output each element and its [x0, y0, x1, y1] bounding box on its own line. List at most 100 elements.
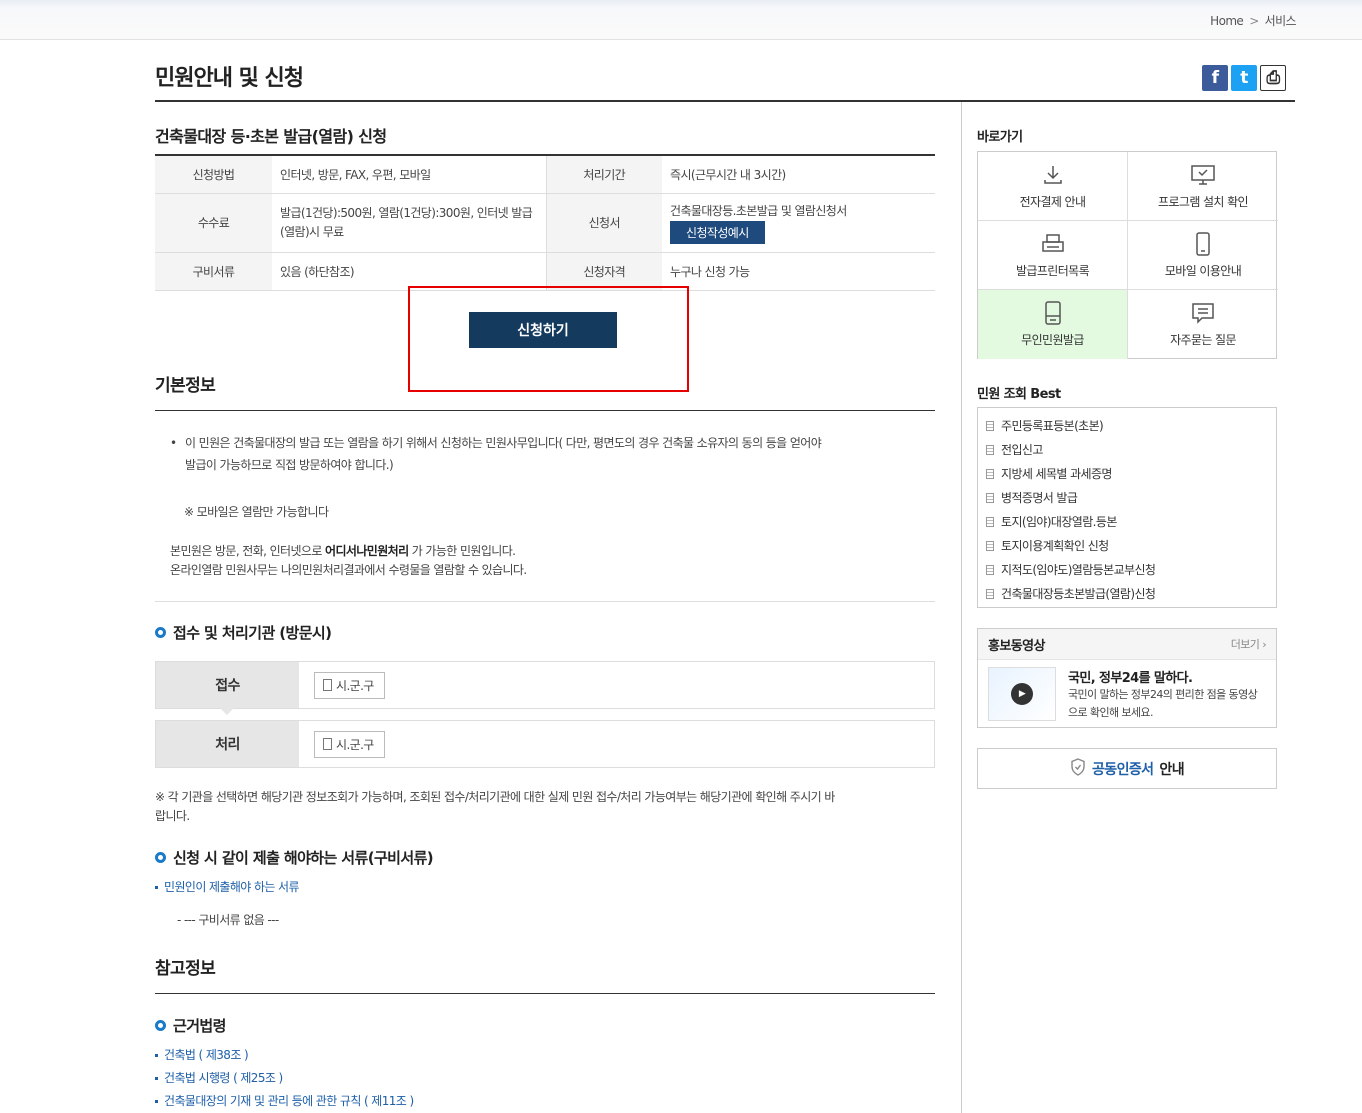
shortcut-label: 프로그램 설치 확인 — [1158, 194, 1249, 209]
required-link[interactable]: 민원인이 제출해야 하는 서류 — [164, 880, 300, 894]
list-item[interactable]: 토지(임야)대장열람.등본 — [986, 510, 1276, 534]
org-note: ※ 각 기관을 선택하면 해당기관 정보조회가 가능하며, 조회된 접수/처리기… — [155, 788, 940, 826]
required-link-wrap[interactable]: 민원인이 제출해야 하는 서류 — [155, 876, 300, 898]
document-icon — [986, 541, 994, 551]
receive-agency: 시.군.구 — [336, 678, 374, 693]
list-item-label[interactable]: 토지(임야)대장열람.등본 — [1001, 511, 1117, 533]
breadcrumb-separator: > — [1249, 14, 1259, 28]
list-item[interactable]: 병적증명서 발급 — [986, 486, 1276, 510]
basic-info-bullet: • 이 민원은 건축물대장의 발급 또는 열람을 하기 위해서 신청하는 민원사무… — [170, 432, 935, 476]
bullet-dot-icon — [155, 1100, 158, 1103]
receive-agency-button[interactable]: 시.군.구 — [314, 671, 385, 699]
qualification-label: 신청자격 — [545, 252, 662, 291]
law-item-label[interactable]: 건축물대장의 기재 및 관리 등에 관한 규칙 ( 제11조 ) — [164, 1094, 414, 1108]
print-icon[interactable]: ⎙ — [1260, 65, 1286, 91]
bullet-dot-icon — [155, 1077, 158, 1080]
breadcrumb-home[interactable]: Home — [1210, 14, 1244, 28]
law-item[interactable]: 건축법 ( 제38조 ) — [155, 1044, 414, 1067]
top-bar: Home > 서비스 — [0, 0, 1362, 40]
document-icon — [986, 445, 994, 455]
process-label-cell: 처리 — [156, 721, 299, 767]
list-item[interactable]: 토지이용계획확인 신청 — [986, 534, 1276, 558]
required-title: 신청 시 같이 제출 해야하는 서류(구비서류) — [173, 849, 434, 867]
form-example-button[interactable]: 신청작성예시 — [670, 220, 765, 244]
shortcut-grid: 전자결제 안내 프로그램 설치 확인 발급프린터목록 모바일 이용안내 무인민원… — [977, 151, 1278, 359]
list-item-label[interactable]: 지방세 세목별 과세증명 — [1001, 463, 1112, 485]
basic-info-title: 기본정보 — [155, 376, 216, 396]
list-item-label[interactable]: 병적증명서 발급 — [1001, 487, 1078, 509]
list-item-label[interactable]: 지적도(임야도)열람등본교부신청 — [1001, 559, 1156, 581]
shortcut-label: 전자결제 안내 — [1019, 194, 1086, 209]
kiosk-icon — [1040, 301, 1066, 325]
list-item-label[interactable]: 전입신고 — [1001, 439, 1043, 461]
fee-label: 수수료 — [155, 193, 272, 253]
mobile-icon — [1190, 231, 1216, 256]
receive-label: 접수 — [215, 678, 240, 694]
receive-value-cell: 시.군.구 — [299, 662, 934, 708]
required-title-wrap: 신청 시 같이 제출 해야하는 서류(구비서류) — [155, 847, 434, 868]
promo-video-box: 홍보동영상 더보기 › ▶ 국민, 정부24를 말하다. 국민이 말하는 정부2… — [977, 628, 1277, 728]
period-label: 처리기간 — [545, 155, 662, 194]
document-icon — [986, 493, 994, 503]
chat-icon — [1190, 301, 1216, 325]
list-item[interactable]: 주민등록표등본(초본) — [986, 414, 1276, 438]
shortcut-kiosk[interactable]: 무인민원발급 — [978, 290, 1128, 359]
breadcrumb-current[interactable]: 서비스 — [1265, 12, 1297, 29]
cert-label-b: 안내 — [1159, 761, 1184, 778]
promo-header: 홍보동영상 더보기 › — [978, 629, 1276, 660]
org-title-wrap: 접수 및 처리기관 (방문시) — [155, 622, 332, 643]
play-icon[interactable]: ▶ — [1011, 683, 1033, 705]
circle-bullet-icon — [155, 852, 166, 863]
fee-value: 발급(1건당):500원, 열람(1건당):300원, 인터넷 발급(열람)시 … — [272, 193, 546, 253]
method-value: 인터넷, 방문, FAX, 우편, 모바일 — [272, 155, 546, 194]
org-note-line1: ※ 각 기관을 선택하면 해당기관 정보조회가 가능하며, 조회된 접수/처리기… — [155, 790, 835, 804]
process-value-cell: 시.군.구 — [299, 721, 934, 767]
shortcut-label: 무인민원발급 — [1021, 333, 1084, 347]
process-agency: 시.군.구 — [336, 737, 374, 752]
share-toolbar: f t ⎙ — [1202, 65, 1286, 91]
shortcut-printer[interactable]: 발급프린터목록 — [978, 221, 1128, 290]
best-title: 민원 조회 Best — [977, 387, 1061, 402]
list-item[interactable]: 지적도(임야도)열람등본교부신청 — [986, 558, 1276, 582]
shortcut-label: 모바일 이용안내 — [1164, 263, 1242, 278]
basic-info-text: 이 민원은 건축물대장의 발급 또는 열람을 하기 위해서 신청하는 민원사무입… — [185, 436, 822, 450]
building-icon — [323, 679, 332, 691]
reference-title: 참고정보 — [155, 959, 216, 979]
form-value[interactable]: 건축물대장등.초본발급 및 열람신청서 — [670, 202, 927, 219]
process-label: 처리 — [215, 737, 240, 753]
law-item-label[interactable]: 건축법 ( 제38조 ) — [164, 1048, 249, 1062]
line1-post: 가 가능한 민원입니다. — [408, 544, 516, 558]
required-none: - --- 구비서류 없음 --- — [177, 913, 279, 927]
list-item-label[interactable]: 토지이용계획확인 신청 — [1001, 535, 1109, 557]
list-item-label[interactable]: 건축물대장등초본발급(열람)신청 — [1001, 583, 1156, 605]
promo-more-link[interactable]: 더보기 › — [1231, 636, 1267, 652]
period-value: 즉시(근무시간 내 3시간) — [662, 155, 935, 194]
basic-info-lines: 본민원은 방문, 전화, 인터넷으로 어디서나민원처리 가 가능한 민원입니다.… — [170, 542, 527, 580]
video-thumbnail[interactable]: ▶ — [988, 667, 1056, 721]
law-item[interactable]: 건축법 시행령 ( 제25조 ) — [155, 1067, 414, 1090]
document-icon — [986, 421, 994, 431]
shortcut-program[interactable]: 프로그램 설치 확인 — [1128, 152, 1278, 221]
title-divider — [155, 100, 1295, 102]
process-agency-button[interactable]: 시.군.구 — [314, 730, 385, 758]
docs-value: 있음 (하단참조) — [272, 252, 546, 291]
list-item[interactable]: 전입신고 — [986, 438, 1276, 462]
bullet-dot-icon — [155, 1054, 158, 1057]
facebook-icon[interactable]: f — [1202, 65, 1228, 91]
shortcut-payment[interactable]: 전자결제 안내 — [978, 152, 1128, 221]
promo-headline[interactable]: 국민, 정부24를 말하다. — [1068, 667, 1193, 686]
list-item[interactable]: 지방세 세목별 과세증명 — [986, 462, 1276, 486]
column-divider — [961, 102, 962, 1113]
reference-divider — [155, 993, 935, 994]
list-item-label[interactable]: 주민등록표등본(초본) — [1001, 415, 1104, 437]
twitter-icon[interactable]: t — [1231, 65, 1257, 91]
certificate-guide-button[interactable]: 공동인증서 안내 — [977, 748, 1277, 789]
law-item-label[interactable]: 건축법 시행령 ( 제25조 ) — [164, 1071, 283, 1085]
list-item[interactable]: 건축물대장등초본발급(열람)신청 — [986, 582, 1276, 606]
mobile-note: ※ 모바일은 열람만 가능합니다 — [184, 505, 329, 519]
shortcut-mobile[interactable]: 모바일 이용안내 — [1128, 221, 1278, 290]
basic-info-text-2: 발급이 가능하므로 직접 방문하여야 합니다.) — [185, 458, 394, 472]
law-item[interactable]: 건축물대장의 기재 및 관리 등에 관한 규칙 ( 제11조 ) — [155, 1090, 414, 1113]
shortcut-faq[interactable]: 자주묻는 질문 — [1128, 290, 1278, 359]
law-title: 근거법령 — [173, 1017, 226, 1035]
